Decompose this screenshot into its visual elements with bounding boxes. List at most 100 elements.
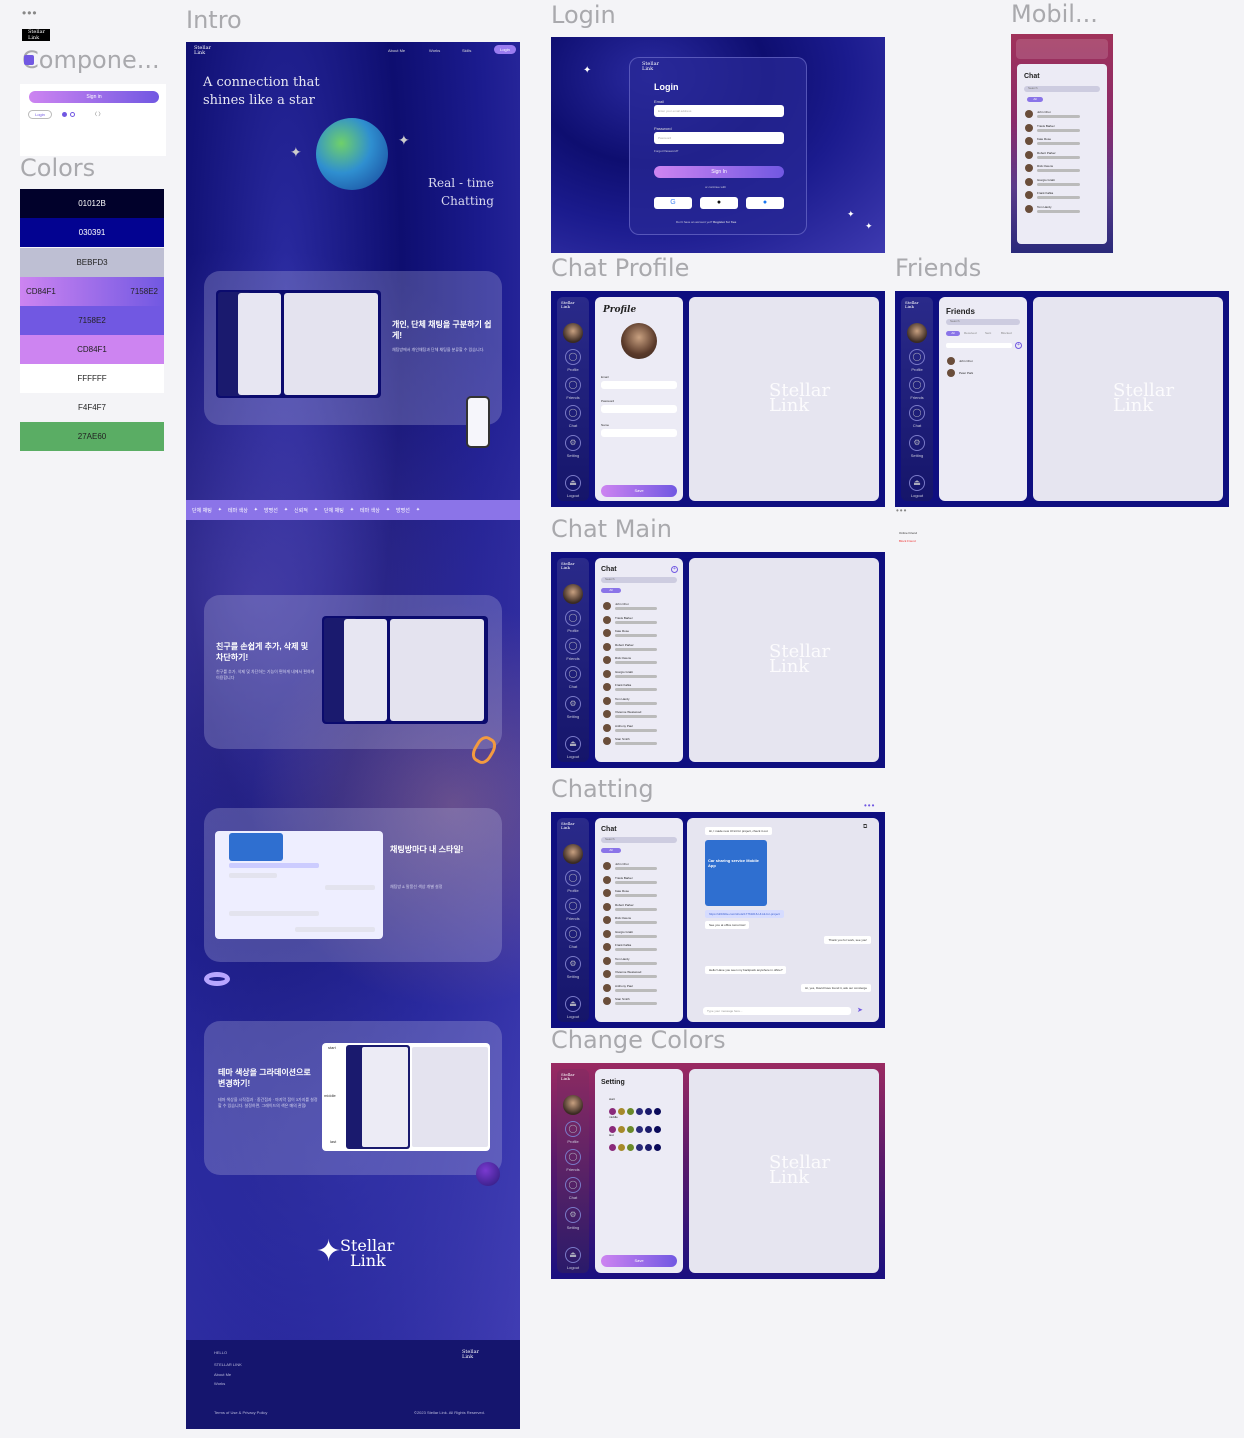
intro-logo[interactable]: Stellar Link xyxy=(194,46,211,56)
profile-name-input[interactable] xyxy=(601,429,677,437)
sidebar-item-profile[interactable]: Profile xyxy=(901,367,933,372)
friends-tab-sent[interactable]: Sent xyxy=(985,331,991,335)
sidebar-setting-icon[interactable]: ⚙ xyxy=(565,696,581,712)
chat-list-item[interactable]: Robert Parker xyxy=(603,641,675,653)
chat-list-item[interactable]: Rick Owens xyxy=(603,914,675,926)
forgot-password-link[interactable]: Forgot Password? xyxy=(654,149,678,153)
sidebar-item-friends[interactable]: Friends xyxy=(557,1167,589,1172)
nav-skills[interactable]: Skills xyxy=(462,48,471,53)
profile-avatar[interactable] xyxy=(621,323,657,359)
chat-list-item[interactable]: Stan Smith xyxy=(603,995,675,1007)
sidebar-setting-icon[interactable]: ⚙ xyxy=(565,1207,581,1223)
footer-works-link[interactable]: Works xyxy=(214,1381,225,1386)
component-radio-dot[interactable] xyxy=(62,112,67,117)
sidebar-setting-icon[interactable]: ⚙ xyxy=(565,435,581,451)
sidebar-setting-icon[interactable]: ⚙ xyxy=(565,956,581,972)
google-login-button[interactable]: G xyxy=(654,197,692,209)
facebook-login-button[interactable]: ● xyxy=(746,197,784,209)
chat-list-item[interactable]: Tom Hardy xyxy=(603,955,675,967)
chat-list-item[interactable]: Anthony Paul xyxy=(603,722,675,734)
footer-terms-link[interactable]: Terms of Use & Privacy Policy xyxy=(214,1410,267,1415)
friends-more-dots[interactable]: ••• xyxy=(896,506,907,515)
conversation-options-icon[interactable]: ⧉ xyxy=(863,824,867,831)
sidebar-item-profile[interactable]: Profile xyxy=(557,367,589,372)
sidebar-item-profile[interactable]: Profile xyxy=(557,628,589,633)
color-option[interactable] xyxy=(636,1144,643,1151)
sidebar-friends-icon[interactable]: ◯ xyxy=(565,377,581,393)
sidebar-item-friends[interactable]: Friends xyxy=(557,916,589,921)
chat-list-item[interactable]: Travis Barker xyxy=(603,614,675,626)
friends-tab-blocked[interactable]: Blocked xyxy=(1001,331,1012,335)
sidebar-avatar[interactable] xyxy=(563,1095,583,1115)
sidebar-avatar[interactable] xyxy=(563,844,583,864)
color-option[interactable] xyxy=(609,1126,616,1133)
chat-list-item[interactable]: Tom Hardy xyxy=(603,695,675,707)
chat-search[interactable]: Search xyxy=(601,837,677,843)
sidebar-avatar[interactable] xyxy=(563,584,583,604)
register-link[interactable]: Register for free xyxy=(713,220,736,224)
chat-list-item[interactable]: Kate Rose xyxy=(603,887,675,899)
component-login-tag[interactable]: Login xyxy=(28,110,52,119)
chat-list-item[interactable]: Travis Barker xyxy=(603,874,675,886)
sidebar-item-chat[interactable]: Chat xyxy=(557,1195,589,1200)
sidebar-chat-icon[interactable]: ◯ xyxy=(565,666,581,682)
frame-menu-dots[interactable]: ••• xyxy=(22,6,38,20)
component-signin-button[interactable]: Sign in xyxy=(29,91,159,103)
color-option[interactable] xyxy=(645,1144,652,1151)
sign-in-button[interactable]: Sign In xyxy=(654,166,784,178)
chat-list-item[interactable]: Anthony Paul xyxy=(603,982,675,994)
color-option[interactable] xyxy=(627,1144,634,1151)
sidebar-friends-icon[interactable]: ◯ xyxy=(565,638,581,654)
add-friend-input[interactable] xyxy=(946,343,1012,348)
sidebar-friends-icon[interactable]: ◯ xyxy=(565,898,581,914)
footer-brand-link[interactable]: STELLAR LINK xyxy=(214,1362,242,1367)
sidebar-item-friends[interactable]: Friends xyxy=(901,395,933,400)
sidebar-item-profile[interactable]: Profile xyxy=(557,888,589,893)
sidebar-chat-icon[interactable]: ◯ xyxy=(565,1177,581,1193)
email-input[interactable]: Enter your email address xyxy=(654,105,784,117)
chat-list-item[interactable]: Vivienne Westwood xyxy=(603,968,675,980)
sidebar-logout-icon[interactable]: ⏏ xyxy=(565,1247,581,1263)
sidebar-item-chat[interactable]: Chat xyxy=(557,423,589,428)
sidebar-item-chat[interactable]: Chat xyxy=(557,684,589,689)
sidebar-chat-icon[interactable]: ◯ xyxy=(909,405,925,421)
sidebar-item-profile[interactable]: Profile xyxy=(557,1139,589,1144)
friend-row[interactable]: Peter Park xyxy=(947,367,1019,379)
color-option[interactable] xyxy=(609,1144,616,1151)
friends-search[interactable]: Search xyxy=(946,319,1020,325)
sidebar-item-chat[interactable]: Chat xyxy=(901,423,933,428)
color-option[interactable] xyxy=(636,1126,643,1133)
sidebar-profile-icon[interactable]: ◯ xyxy=(565,870,581,886)
sidebar-item-chat[interactable]: Chat xyxy=(557,944,589,949)
component-arrows[interactable]: 〈 〉 xyxy=(92,111,103,118)
chat-tab-all[interactable]: All xyxy=(601,588,621,593)
nav-login-button[interactable]: Login xyxy=(494,45,516,54)
profile-save-button[interactable]: Save xyxy=(601,485,677,497)
chat-list-item[interactable]: Tom Hardy xyxy=(1025,203,1099,215)
chat-search[interactable]: Search xyxy=(601,577,677,583)
sidebar-item-setting[interactable]: Setting xyxy=(557,974,589,979)
chatting-more-dots[interactable]: ••• xyxy=(864,801,875,810)
profile-email-input[interactable] xyxy=(601,381,677,389)
sidebar-profile-icon[interactable]: ◯ xyxy=(565,1121,581,1137)
add-friend-icon[interactable]: + xyxy=(1015,342,1022,349)
sidebar-profile-icon[interactable]: ◯ xyxy=(565,610,581,626)
chat-list-item[interactable]: Frank Kafka xyxy=(603,941,675,953)
shared-link[interactable]: https://dribbble.com/shots/17763216-UI-k… xyxy=(705,910,784,918)
friends-tab-received[interactable]: Received xyxy=(964,331,977,335)
sidebar-chat-icon[interactable]: ◯ xyxy=(565,926,581,942)
chat-list-item[interactable]: John Choi xyxy=(603,860,675,872)
sidebar-item-logout[interactable]: Logout xyxy=(557,1014,589,1019)
sidebar-logout-icon[interactable]: ⏏ xyxy=(565,475,581,491)
chat-list-item[interactable]: John Choi xyxy=(1025,108,1099,120)
chat-list-item[interactable]: Rick Owens xyxy=(603,654,675,666)
sidebar-logout-icon[interactable]: ⏏ xyxy=(565,736,581,752)
mobile-search[interactable]: Search xyxy=(1024,86,1100,92)
component-radio-empty[interactable] xyxy=(70,112,75,117)
sidebar-item-setting[interactable]: Setting xyxy=(557,1225,589,1230)
color-option[interactable] xyxy=(618,1108,625,1115)
chat-list-item[interactable]: Kate Rose xyxy=(1025,135,1099,147)
sidebar-item-friends[interactable]: Friends xyxy=(557,395,589,400)
sidebar-item-setting[interactable]: Setting xyxy=(901,453,933,458)
sidebar-setting-icon[interactable]: ⚙ xyxy=(909,435,925,451)
